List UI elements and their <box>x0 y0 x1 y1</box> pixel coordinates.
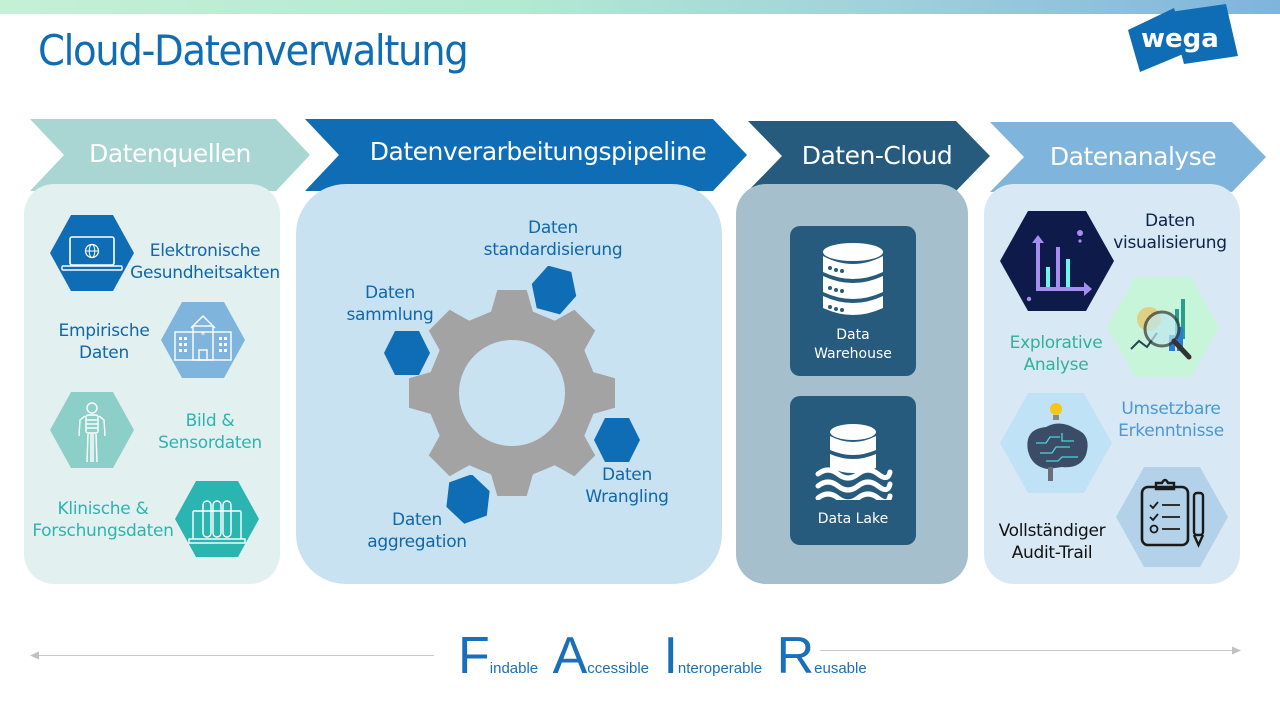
source-label-line1: Elektronische <box>149 241 261 261</box>
source-label-line1: Klinische & <box>57 499 149 519</box>
source-label-line2: Forschungsdaten <box>32 521 174 541</box>
fair-arrow-right-line <box>820 650 1234 651</box>
skeleton-icon <box>50 392 134 468</box>
cloud-label-line1: Data <box>836 327 870 343</box>
fair-principles: Findable Accessible Interoperable Reusab… <box>458 630 877 682</box>
fair-word-findable: indable <box>489 660 539 677</box>
fair-letter-a: A <box>552 627 588 685</box>
fair-word-interoperable: nteroperable <box>677 660 763 677</box>
data-lake-label: Data Lake <box>817 511 889 527</box>
analysis-label-line2: visualisierung <box>1113 233 1227 253</box>
pipeline-label-line2: sammlung <box>346 305 434 325</box>
brain-bulb-icon <box>1000 393 1112 493</box>
pipeline-label-line1: Daten <box>392 510 442 530</box>
hospital-icon: * <box>161 302 245 378</box>
pipeline-label-standardisierung: Daten standardisierung <box>478 217 628 261</box>
analysis-label-erkenntnisse: Umsetzbare Erkenntnisse <box>1112 398 1230 442</box>
fair-arrow-left-line <box>36 655 434 656</box>
source-label-ehr: Elektronische Gesundheitsakten <box>130 240 280 284</box>
data-lake-icon <box>815 424 893 500</box>
pipeline-label-aggregation: Daten aggregation <box>362 509 472 553</box>
source-label-line1: Empirische <box>58 321 150 341</box>
stage-label-pipeline: Datenverarbeitungspipeline <box>369 137 707 166</box>
analysis-label-audit-trail: Vollständiger Audit-Trail <box>992 520 1112 564</box>
pipeline-label-sammlung: Daten sammlung <box>340 282 440 326</box>
magnifier-chart-icon <box>1107 277 1219 377</box>
source-label-imaging: Bild & Sensordaten <box>150 410 270 454</box>
stage-label-daten-cloud: Daten-Cloud <box>801 141 953 170</box>
fair-word-accessible: ccessible <box>587 660 649 677</box>
source-label-empirical: Empirische Daten <box>50 320 158 364</box>
analysis-label-line2: Analyse <box>1023 355 1089 375</box>
source-label-line2: Daten <box>79 343 129 363</box>
test-tubes-icon <box>175 481 259 557</box>
analysis-label-explorative: Explorative Analyse <box>1004 332 1108 376</box>
analysis-label-line2: Erkenntnisse <box>1118 421 1224 441</box>
database-icon <box>823 243 883 315</box>
pipeline-label-wrangling: Daten Wrangling <box>580 464 674 508</box>
fair-letter-r: R <box>776 627 815 685</box>
analysis-label-line1: Vollständiger <box>998 521 1106 541</box>
stage-label-datenquellen: Datenquellen <box>89 139 251 168</box>
hexagon-marker-sammlung <box>384 331 430 375</box>
data-warehouse-label: Data Warehouse <box>790 326 916 364</box>
source-label-clinical: Klinische & Forschungsdaten <box>28 498 178 542</box>
analysis-label-line1: Umsetzbare <box>1121 399 1221 419</box>
clipboard-checklist-icon <box>1116 467 1228 567</box>
fair-word-reusable: eusable <box>814 660 867 677</box>
source-label-line2: Sensordaten <box>158 433 262 453</box>
data-warehouse-card: Data Warehouse <box>790 226 916 376</box>
analysis-label-line1: Daten <box>1145 211 1195 231</box>
pipeline-label-line2: Wrangling <box>585 487 669 507</box>
cloud-label-line2: Warehouse <box>814 346 892 362</box>
pipeline-label-line1: Daten <box>528 218 578 238</box>
pipeline-label-line2: aggregation <box>367 532 467 552</box>
arrow-right-icon <box>1232 646 1241 655</box>
fair-letter-i: I <box>663 627 678 685</box>
source-label-line2: Gesundheitsakten <box>130 263 280 283</box>
pipeline-label-line2: standardisierung <box>483 240 623 260</box>
analysis-label-line1: Explorative <box>1009 333 1103 353</box>
arrow-left-icon <box>30 651 39 660</box>
page-title: Cloud-Datenverwaltung <box>38 26 469 75</box>
logo-text: wega <box>1141 24 1219 54</box>
stage-label-datenanalyse: Datenanalyse <box>1049 142 1217 171</box>
pipeline-label-line1: Daten <box>365 283 415 303</box>
analysis-label-visualisierung: Daten visualisierung <box>1106 210 1234 254</box>
fair-letter-f: F <box>458 627 490 685</box>
pipeline-label-line1: Daten <box>602 465 652 485</box>
svg-text:*: * <box>201 330 206 341</box>
analysis-label-line2: Audit-Trail <box>1011 543 1093 563</box>
laptop-globe-icon <box>50 215 134 291</box>
hexagon-marker-standardisierung <box>531 266 577 315</box>
data-lake-card: Data Lake <box>790 396 916 545</box>
hexagon-marker-wrangling <box>594 418 640 462</box>
source-label-line1: Bild & <box>185 411 235 431</box>
top-gradient-bar <box>0 0 1280 14</box>
bar-chart-icon <box>1000 211 1114 311</box>
